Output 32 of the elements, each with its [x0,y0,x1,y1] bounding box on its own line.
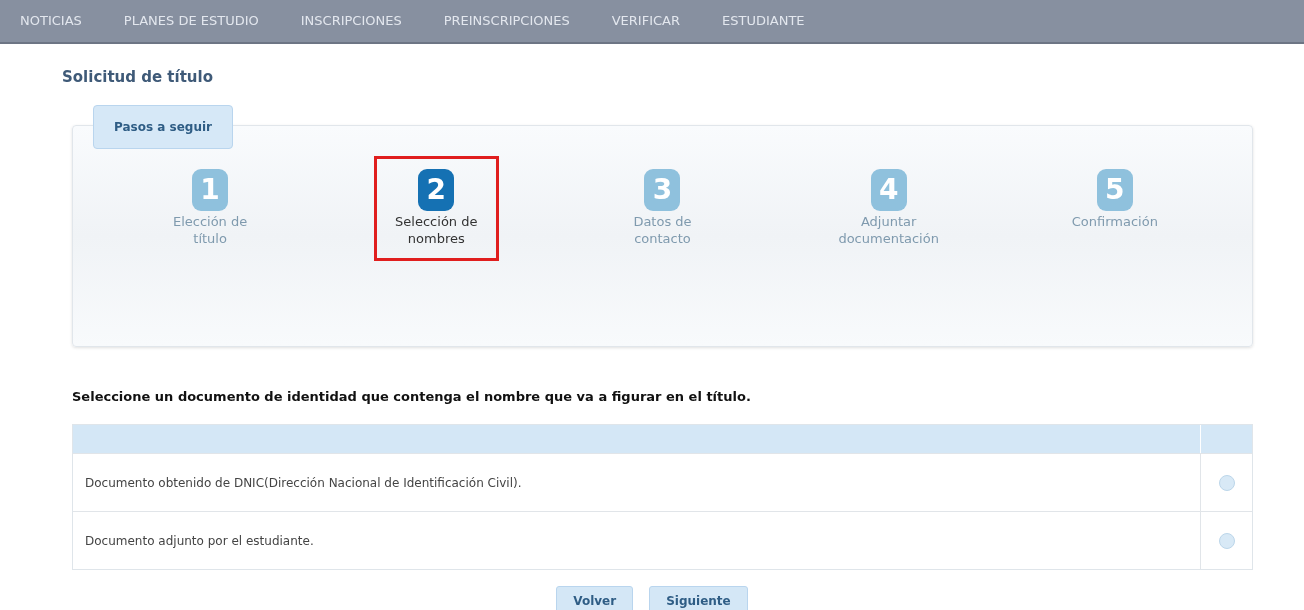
back-button[interactable]: Volver [556,586,634,610]
step-number-icon: 4 [870,168,907,211]
step[interactable]: 5 Confirmación [1052,155,1178,244]
step-label: Selección de nombres [394,212,479,248]
table-row[interactable]: Documento adjunto por el estudiante. [73,511,1252,569]
step[interactable]: 1 Elección de título [147,155,273,261]
nav-link[interactable]: PREINSCRIPCIONES [443,14,570,27]
page-title: Solicitud de título [62,67,213,88]
step-label: Elección de título [171,212,249,248]
step-number-icon: 3 [644,168,681,211]
step-label: Adjuntar documentación [837,212,940,248]
step-label: Datos de contacto [632,212,693,248]
radio-button[interactable] [1218,474,1235,491]
nav-link[interactable]: PLANES DE ESTUDIO [123,14,259,27]
nav-link[interactable]: ESTUDIANTE [722,14,805,27]
instruction-text: Seleccione un documento de identidad que contenga el nombre que va a figurar en el título. [72,387,752,406]
step-number-icon: 1 [192,168,229,211]
step-number-icon: 5 [1096,168,1133,211]
nav-link[interactable]: VERIFICAR [611,14,680,27]
steps-tab[interactable]: Pasos a seguir [93,104,233,149]
step-number-icon: 2 [418,168,455,211]
step[interactable]: 3 Datos de contacto [599,155,725,261]
radio-button[interactable] [1218,532,1235,549]
table-row[interactable]: Documento obtenido de DNIC(Dirección Nacional de Identificación Civil). [73,453,1252,511]
nav-link[interactable]: INSCRIPCIONES [300,14,402,27]
option-label: Documento obtenido de DNIC(Dirección Nacional de Identificación Civil). [85,474,523,492]
next-button[interactable]: Siguiente [649,586,748,610]
option-label: Documento adjunto por el estudiante. [85,532,315,550]
nav-link[interactable]: NOTICIAS [20,14,82,27]
step[interactable]: 4 Adjuntar documentación [826,155,952,261]
step[interactable]: 2 Selección de nombres [373,155,499,261]
step-label: Confirmación [1070,212,1159,231]
